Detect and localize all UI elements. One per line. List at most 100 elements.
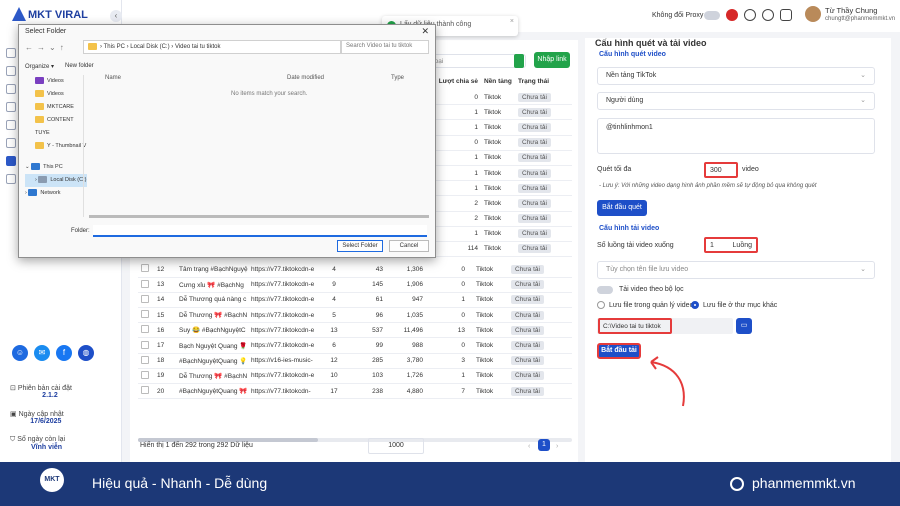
link-cell[interactable]: https://v77.tiktokcdn-e: [248, 277, 316, 293]
row-checkbox[interactable]: [141, 355, 149, 364]
flag-icon[interactable]: [726, 9, 738, 21]
row-checkbox[interactable]: [141, 264, 149, 273]
select-folder-button[interactable]: Select Folder: [337, 240, 383, 252]
import-link-button[interactable]: Nhập link: [534, 52, 570, 68]
link-cell[interactable]: https://v77.tiktokcdn-e: [248, 262, 316, 278]
col-type[interactable]: Type: [391, 75, 404, 81]
new-folder-button[interactable]: New folder: [65, 63, 94, 69]
threads-input[interactable]: 1 Luồng: [704, 237, 758, 253]
play-icon[interactable]: [762, 9, 774, 21]
proxy-toggle[interactable]: [704, 11, 720, 20]
row-checkbox[interactable]: [141, 310, 149, 319]
folder-input[interactable]: [93, 225, 427, 237]
radio-manage[interactable]: [597, 301, 605, 309]
platform-select[interactable]: Nền tảng TikTok ⌄: [597, 67, 875, 85]
row-checkbox[interactable]: [141, 386, 149, 395]
link-cell[interactable]: https://v77.tiktokcdn-e: [248, 337, 316, 354]
link-cell[interactable]: https://v77.tiktokcdn-e: [248, 292, 316, 309]
start-download-button[interactable]: Bắt đầu tải: [597, 343, 641, 359]
nav-network[interactable]: › Network: [25, 187, 87, 200]
edit-icon[interactable]: [6, 174, 16, 184]
nav-item[interactable]: Videos: [25, 88, 87, 101]
path-this-pc[interactable]: This PC: [104, 44, 125, 50]
export-button[interactable]: [514, 54, 524, 68]
start-scan-button[interactable]: Bắt đầu quét: [597, 200, 647, 216]
gear-icon[interactable]: [780, 9, 792, 21]
radio-other-folder[interactable]: [691, 301, 699, 309]
grid-icon[interactable]: [6, 48, 16, 58]
link-cell[interactable]: https://v77.tiktokcdn-e: [248, 322, 316, 339]
path-current-folder[interactable]: Video tai tu tiktok: [175, 44, 221, 50]
path-local-disk[interactable]: Local Disk (C:): [130, 44, 169, 50]
row-checkbox[interactable]: [141, 340, 149, 349]
dialog-scrollbar[interactable]: [89, 215, 429, 218]
table-row[interactable]: 18 #BạchNguyệtQuang 💡 https://v16-ies-mu…: [138, 353, 572, 369]
col-date[interactable]: Date modified: [287, 75, 324, 81]
link-cell[interactable]: https://v77.tiktokcdn-: [248, 383, 316, 400]
support-icon[interactable]: ☺: [12, 345, 28, 361]
tools-icon[interactable]: [6, 138, 16, 148]
video-icon[interactable]: [6, 156, 16, 166]
row-checkbox[interactable]: [141, 294, 149, 303]
table-row[interactable]: 0 Tiktok Chưa tải: [434, 90, 572, 106]
link-cell[interactable]: https://v77.tiktokcdn-e: [248, 368, 316, 385]
table-row[interactable]: 1 Tiktok Chưa tải: [434, 151, 572, 166]
table-row[interactable]: 2 Tiktok Chưa tải: [434, 212, 572, 227]
globe-icon[interactable]: ◍: [78, 345, 94, 361]
nav-arrows-icon[interactable]: ←→⌄↑: [25, 43, 68, 52]
table-row[interactable]: 12 Tâm trạng #BạchNguyệ https://v77.tikt…: [138, 262, 572, 278]
dialog-search-input[interactable]: Search Video tai tu tiktok: [341, 40, 429, 54]
user-list-textarea[interactable]: @tinhlinhmon1: [597, 118, 875, 154]
table-row[interactable]: 15 Dễ Thương 🎀 #BạchN https://v77.tiktok…: [138, 307, 572, 324]
next-page-icon[interactable]: ›: [556, 443, 558, 450]
download-icon[interactable]: [6, 120, 16, 130]
dialog-close-icon[interactable]: ✕: [421, 26, 429, 37]
table-row[interactable]: 16 Suy 😂 #BạchNguyệtC https://v77.tiktok…: [138, 322, 572, 339]
table-row[interactable]: 19 Dễ Thương 🎀 #BạchN https://v77.tiktok…: [138, 368, 572, 385]
table-row[interactable]: 0 Tiktok Chưa tải: [434, 136, 572, 151]
table-row[interactable]: 1 Tiktok Chưa tải: [434, 105, 572, 121]
prev-page-icon[interactable]: ‹: [528, 443, 530, 450]
tiktok-icon[interactable]: [6, 102, 16, 112]
cancel-button[interactable]: Cancel: [389, 240, 429, 252]
folder-open-button[interactable]: ▭: [736, 318, 752, 334]
nav-item[interactable]: Videos: [25, 75, 87, 88]
page-1-button[interactable]: 1: [538, 439, 550, 451]
alert-icon[interactable]: [744, 9, 756, 21]
link-cell[interactable]: https://v77.tiktokcdn-e: [248, 307, 316, 324]
user-type-select[interactable]: Người dùng ⌄: [597, 92, 875, 110]
link-cell[interactable]: https://v16-ies-music-: [248, 353, 316, 369]
max-scan-input[interactable]: 300: [704, 162, 738, 178]
address-bar[interactable]: › This PC › Local Disk (C:) › Video tai …: [83, 40, 341, 54]
table-row[interactable]: 114 Tiktok Chưa tải: [434, 242, 572, 258]
filter-toggle[interactable]: [597, 286, 613, 294]
search-input[interactable]: hoại: [426, 54, 526, 68]
nav-item[interactable]: CONTENT TUYE: [25, 114, 87, 140]
messenger-icon[interactable]: ✉: [34, 345, 50, 361]
image-icon[interactable]: [6, 66, 16, 76]
settings-icon[interactable]: [6, 84, 16, 94]
avatar[interactable]: [805, 6, 821, 22]
nav-item[interactable]: MKTCARE: [25, 101, 87, 114]
table-row[interactable]: 17 Bạch Nguyệt Quang 🌹 https://v77.tikto…: [138, 337, 572, 354]
row-checkbox[interactable]: [141, 370, 149, 379]
organize-button[interactable]: Organize ▾: [25, 63, 54, 70]
nav-this-pc[interactable]: ⌄ This PC: [25, 161, 87, 174]
col-name[interactable]: Name: [105, 75, 121, 81]
save-path-input[interactable]: C:\Video tai tu tiktok: [598, 318, 672, 334]
row-checkbox[interactable]: [141, 325, 149, 334]
filename-select[interactable]: Tùy chọn tên file lưu video ⌄: [597, 261, 875, 279]
collapse-sidebar-button[interactable]: ‹: [110, 10, 122, 22]
nav-local-disk[interactable]: › Local Disk (C:): [25, 174, 87, 187]
row-checkbox[interactable]: [141, 279, 149, 288]
page-size-select[interactable]: 1000: [368, 438, 424, 454]
table-row[interactable]: 1 Tiktok Chưa tải: [434, 227, 572, 242]
table-row[interactable]: 20 #BạchNguyệtQuang 🎀 https://v77.tiktok…: [138, 383, 572, 400]
facebook-icon[interactable]: f: [56, 345, 72, 361]
nav-item[interactable]: Y - Thumbnail V: [25, 140, 87, 153]
table-row[interactable]: 1 Tiktok Chưa tải: [434, 120, 572, 136]
table-row[interactable]: 14 Dễ Thương quá nàng c https://v77.tikt…: [138, 292, 572, 309]
table-row[interactable]: 1 Tiktok Chưa tải: [434, 166, 572, 182]
table-row[interactable]: 1 Tiktok Chưa tải: [434, 181, 572, 197]
table-row[interactable]: 13 Cưng xỉu 🎀 #BạchNg https://v77.tiktok…: [138, 277, 572, 293]
